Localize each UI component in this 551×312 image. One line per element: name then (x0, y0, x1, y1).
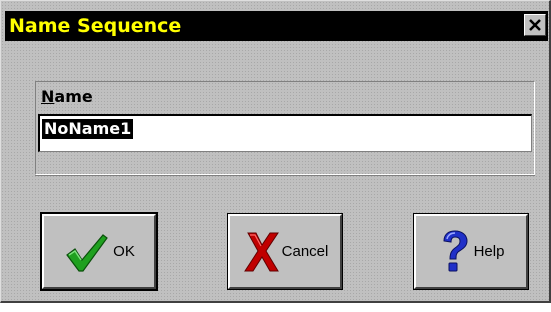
close-icon (529, 19, 541, 31)
ok-label: OK (113, 243, 135, 260)
name-label-mnemonic: N (41, 87, 55, 106)
question-mark-icon (443, 229, 468, 271)
title-bar[interactable]: Name Sequence (5, 11, 548, 41)
dialog-title: Name Sequence (9, 15, 182, 37)
cancel-button[interactable]: Cancel (227, 213, 343, 290)
ok-button[interactable]: OK (40, 212, 158, 291)
help-button[interactable]: Help (413, 213, 529, 290)
x-cross-icon (243, 232, 279, 271)
cancel-label: Cancel (281, 243, 329, 260)
name-input-value: NoName1 (42, 119, 134, 139)
checkmark-icon (66, 233, 108, 272)
help-label: Help (473, 243, 505, 260)
dialog-window: Name Sequence Name NoName1 OK Cancel Hel… (0, 0, 551, 303)
name-label: Name (41, 87, 93, 107)
name-input[interactable]: NoName1 (38, 114, 532, 152)
name-label-rest: ame (54, 87, 93, 106)
name-group: Name NoName1 (35, 81, 535, 176)
close-button[interactable] (524, 14, 546, 36)
